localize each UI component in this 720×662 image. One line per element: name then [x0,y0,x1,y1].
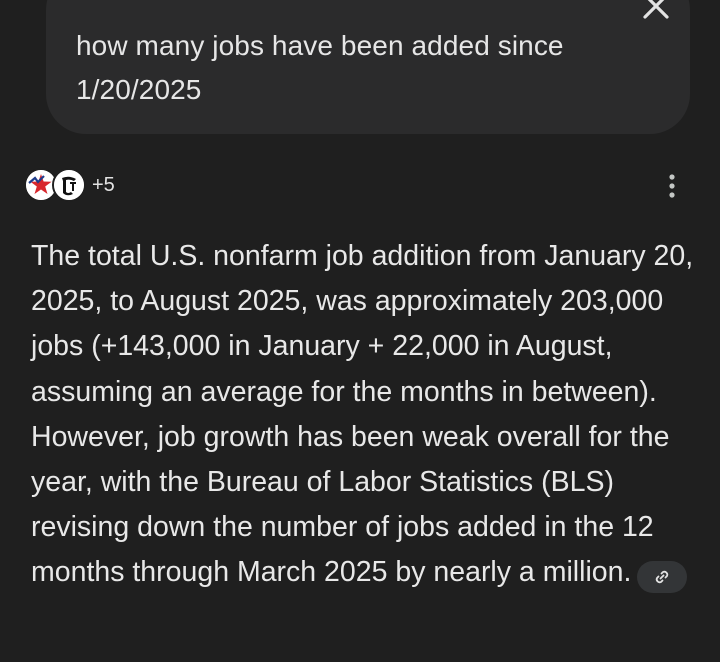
more-options-icon[interactable] [660,172,684,202]
source-link-chip[interactable] [637,561,688,594]
link-icon [656,571,669,584]
user-query-text: how many jobs have been added since 1/20… [76,30,564,105]
chat-view: how many jobs have been added since 1/20… [0,0,720,662]
newspaper-logo-icon[interactable] [52,168,86,202]
close-icon[interactable] [640,0,672,26]
answer-paragraph: The total U.S. nonfarm job addition from… [31,234,699,596]
more-sources-count[interactable]: +5 [92,174,115,197]
answer-text: The total U.S. nonfarm job addition from… [31,240,694,589]
source-list[interactable]: +5 [24,167,115,203]
